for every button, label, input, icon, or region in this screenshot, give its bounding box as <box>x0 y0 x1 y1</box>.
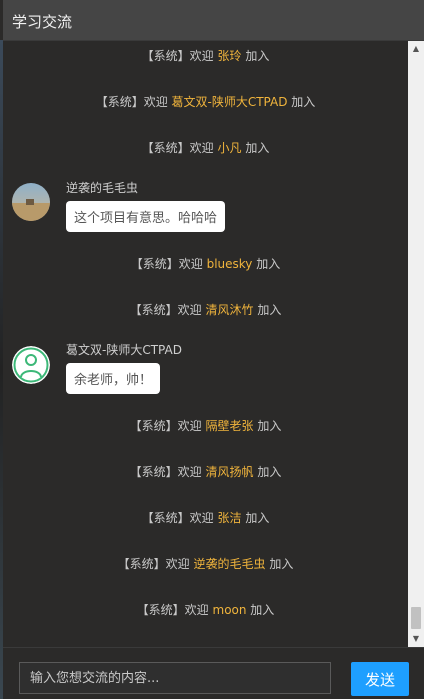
joined-username: moon <box>212 603 247 617</box>
system-message: 【系统】欢迎 葛文双-陕师大CTPAD 加入 <box>3 93 408 110</box>
system-prefix: 【系统】欢迎 <box>141 49 218 63</box>
system-prefix: 【系统】欢迎 <box>129 419 206 433</box>
system-suffix: 加入 <box>253 303 282 317</box>
joined-username: 张洁 <box>217 511 242 525</box>
system-message: 【系统】欢迎 张洁 加入 <box>3 509 408 526</box>
system-prefix: 【系统】欢迎 <box>117 557 194 571</box>
system-suffix: 加入 <box>252 257 281 271</box>
default-user-avatar[interactable] <box>12 346 50 384</box>
joined-username: 隔壁老张 <box>205 419 254 433</box>
system-message: 【系统】欢迎 隔壁老张 加入 <box>3 417 408 434</box>
composer-bar: 发送 <box>3 647 424 699</box>
system-message: 【系统】欢迎 小凡 加入 <box>3 139 408 156</box>
system-message: 【系统】欢迎 逆袭的毛毛虫 加入 <box>3 555 408 572</box>
system-prefix: 【系统】欢迎 <box>129 303 206 317</box>
window-title: 学习交流 <box>12 13 73 31</box>
joined-username: 张玲 <box>217 49 242 63</box>
system-suffix: 加入 <box>253 419 282 433</box>
system-message: 【系统】欢迎 张玲 加入 <box>3 47 408 64</box>
system-prefix: 【系统】欢迎 <box>95 95 172 109</box>
system-suffix: 加入 <box>265 557 294 571</box>
message-list[interactable]: 【系统】欢迎 张玲 加入 【系统】欢迎 葛文双-陕师大CTPAD 加入 【系统】… <box>3 41 408 647</box>
system-prefix: 【系统】欢迎 <box>130 257 207 271</box>
joined-username: bluesky <box>206 257 253 271</box>
system-suffix: 加入 <box>246 603 275 617</box>
system-prefix: 【系统】欢迎 <box>129 465 206 479</box>
chat-window: 学习交流 【系统】欢迎 张玲 加入 【系统】欢迎 葛文双-陕师大CTPAD 加入… <box>3 0 424 699</box>
system-message: 【系统】欢迎 moon 加入 <box>3 601 408 618</box>
system-suffix: 加入 <box>241 49 270 63</box>
system-prefix: 【系统】欢迎 <box>141 141 218 155</box>
system-suffix: 加入 <box>287 95 316 109</box>
triangle-down-icon[interactable]: ▼ <box>408 631 424 647</box>
message-sender: 葛文双-陕师大CTPAD <box>66 343 182 357</box>
joined-username: 清风沐竹 <box>205 303 254 317</box>
system-prefix: 【系统】欢迎 <box>141 511 218 525</box>
title-bar: 学习交流 <box>3 0 424 41</box>
vertical-scrollbar[interactable]: ▲ ▼ <box>408 41 424 647</box>
scrollbar-thumb[interactable] <box>411 607 421 629</box>
send-button[interactable]: 发送 <box>351 662 409 696</box>
system-message: 【系统】欢迎 bluesky 加入 <box>3 255 408 272</box>
message-sender: 逆袭的毛毛虫 <box>66 181 139 195</box>
system-message: 【系统】欢迎 清风沐竹 加入 <box>3 301 408 318</box>
message-input[interactable] <box>19 662 331 694</box>
system-suffix: 加入 <box>241 141 270 155</box>
message-bubble: 这个项目有意思。哈哈哈 <box>66 201 226 232</box>
joined-username: 逆袭的毛毛虫 <box>193 557 266 571</box>
message-bubble: 余老师，帅！ <box>66 363 161 394</box>
triangle-up-icon[interactable]: ▲ <box>408 41 424 57</box>
joined-username: 清风扬帆 <box>205 465 254 479</box>
joined-username: 葛文双-陕师大CTPAD <box>171 95 288 109</box>
photo-avatar[interactable] <box>12 183 50 221</box>
joined-username: 小凡 <box>217 141 242 155</box>
system-message: 【系统】欢迎 清风扬帆 加入 <box>3 463 408 480</box>
system-suffix: 加入 <box>253 465 282 479</box>
system-suffix: 加入 <box>241 511 270 525</box>
system-prefix: 【系统】欢迎 <box>136 603 213 617</box>
